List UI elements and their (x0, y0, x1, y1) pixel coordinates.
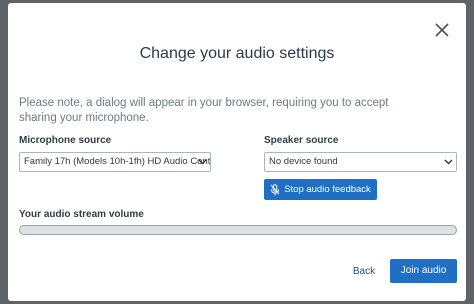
permission-note: Please note, a dialog will appear in you… (19, 97, 389, 124)
back-button[interactable]: Back (346, 261, 382, 283)
microphone-slash-icon (270, 183, 280, 195)
microphone-source-label: Microphone source (19, 135, 112, 146)
close-button[interactable] (434, 22, 450, 38)
volume-meter (19, 225, 457, 235)
speaker-source-label: Speaker source (264, 135, 339, 146)
dialog-title: Change your audio settings (139, 45, 335, 62)
stop-audio-feedback-label: Stop audio feedback (284, 184, 371, 195)
close-icon (435, 23, 449, 37)
microphone-source-select[interactable]: Family 17h (Models 10h-1fh) HD Audio Con… (19, 152, 211, 172)
microphone-source-value: Family 17h (Models 10h-1fh) HD Audio Con… (24, 156, 211, 167)
volume-label: Your audio stream volume (19, 209, 144, 220)
chevron-down-icon (198, 159, 207, 165)
speaker-source-select[interactable]: No device found (264, 152, 457, 172)
chevron-down-icon (444, 159, 453, 165)
stop-audio-feedback-button[interactable]: Stop audio feedback (264, 179, 377, 200)
join-audio-button[interactable]: Join audio (390, 259, 457, 283)
speaker-source-value: No device found (269, 156, 338, 167)
audio-settings-dialog: Change your audio settings Please note, … (8, 3, 466, 301)
